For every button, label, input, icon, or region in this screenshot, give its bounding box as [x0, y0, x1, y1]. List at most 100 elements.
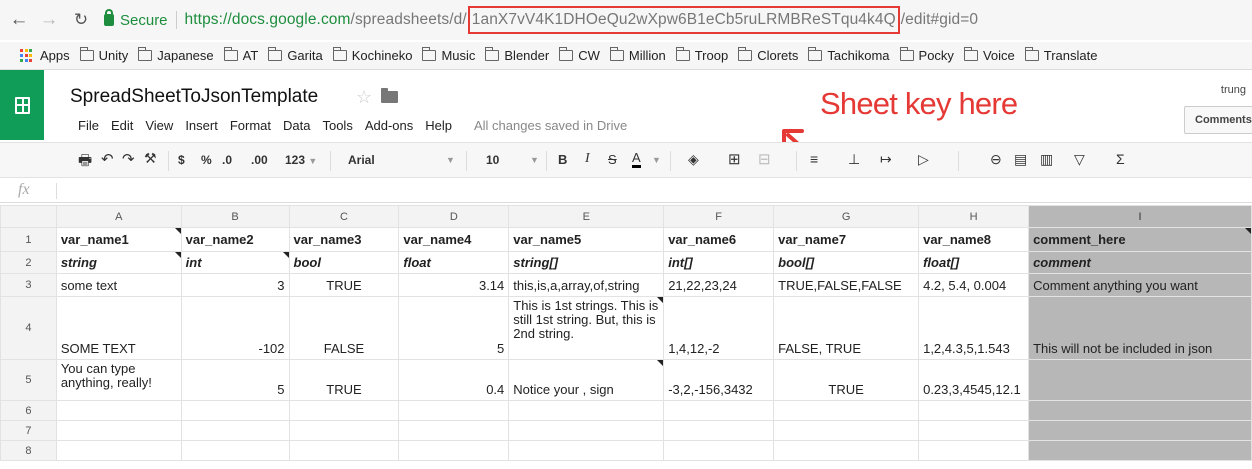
print-icon[interactable]: 🖶: [78, 150, 92, 175]
menu-tools[interactable]: Tools: [322, 118, 352, 133]
cell-h2[interactable]: float[]: [918, 251, 1030, 274]
bookmark-kochineko[interactable]: Kochineko: [332, 47, 412, 63]
chevron-down-icon[interactable]: ▼: [652, 155, 661, 165]
bookmark-cw[interactable]: CW: [559, 47, 600, 63]
paint-format-icon[interactable]: ⚒: [144, 150, 157, 167]
cell-i6[interactable]: [1028, 400, 1252, 421]
cell-e5[interactable]: Notice your , sign: [508, 359, 665, 401]
italic-button[interactable]: I: [585, 151, 590, 167]
bookmark-apps[interactable]: Apps: [20, 48, 70, 63]
comments-button[interactable]: Comments: [1184, 106, 1252, 134]
merge-cells-icon[interactable]: ⊟: [758, 150, 771, 168]
cell-h5[interactable]: 0.23,3,4545,12.1: [918, 359, 1030, 401]
column-header-i[interactable]: I: [1028, 205, 1252, 228]
column-header-h[interactable]: H: [918, 205, 1030, 228]
cell-i7[interactable]: [1028, 420, 1252, 441]
cell-i4[interactable]: This will not be included in json: [1028, 296, 1252, 360]
cell-b8[interactable]: [180, 440, 290, 461]
cell-f1[interactable]: var_name6: [663, 227, 775, 252]
cell-i8[interactable]: [1028, 440, 1252, 461]
cell-e7[interactable]: [508, 420, 665, 441]
cell-i3[interactable]: Comment anything you want: [1028, 273, 1252, 297]
insert-chart-icon[interactable]: ▥: [1040, 151, 1053, 168]
cell-c4[interactable]: FALSE: [288, 296, 400, 360]
cell-e3[interactable]: this,is,a,array,of,string: [508, 273, 665, 297]
cell-f3[interactable]: 21,22,23,24: [663, 273, 775, 297]
font-family-select[interactable]: Arial: [348, 153, 375, 167]
cell-b5[interactable]: 5: [180, 359, 290, 401]
cell-f7[interactable]: [663, 420, 775, 441]
cell-d7[interactable]: [398, 420, 510, 441]
cell-f8[interactable]: [663, 440, 775, 461]
menu-format[interactable]: Format: [230, 118, 271, 133]
strikethrough-button[interactable]: S: [608, 152, 617, 167]
cell-h8[interactable]: [918, 440, 1030, 461]
currency-format-button[interactable]: $: [178, 153, 185, 167]
row-header[interactable]: 5: [0, 359, 57, 401]
text-wrap-icon[interactable]: ↦: [880, 151, 892, 168]
cell-g4[interactable]: FALSE, TRUE: [773, 296, 920, 360]
cell-g5[interactable]: TRUE: [773, 359, 920, 401]
cell-h6[interactable]: [918, 400, 1030, 421]
cell-a4[interactable]: SOME TEXT: [55, 296, 182, 360]
address-bar[interactable]: https://docs.google.com/spreadsheets/d/1…: [185, 6, 979, 34]
menu-insert[interactable]: Insert: [185, 118, 218, 133]
row-header[interactable]: 6: [0, 400, 57, 421]
cell-c5[interactable]: TRUE: [288, 359, 400, 401]
column-header-g[interactable]: G: [773, 205, 920, 228]
cell-d8[interactable]: [398, 440, 510, 461]
font-size-select[interactable]: 10: [486, 153, 499, 167]
cell-c3[interactable]: TRUE: [288, 273, 400, 297]
formula-input[interactable]: [64, 183, 1244, 199]
cell-a1[interactable]: var_name1: [55, 227, 182, 252]
cell-i1[interactable]: comment_here: [1028, 227, 1252, 252]
cell-a2[interactable]: string: [55, 251, 182, 274]
cell-e8[interactable]: [508, 440, 665, 461]
cell-b6[interactable]: [180, 400, 290, 421]
cell-a8[interactable]: [55, 440, 182, 461]
increase-decimals-button[interactable]: .00: [251, 153, 268, 167]
fill-color-icon[interactable]: ◈: [688, 151, 699, 168]
filter-icon[interactable]: ▽: [1074, 151, 1085, 168]
cell-b7[interactable]: [180, 420, 290, 441]
bookmark-pocky[interactable]: Pocky: [899, 47, 954, 63]
bookmark-unity[interactable]: Unity: [79, 47, 128, 63]
percent-format-button[interactable]: %: [201, 153, 212, 167]
borders-icon[interactable]: ⊞: [728, 150, 741, 168]
cell-d4[interactable]: 5: [398, 296, 510, 360]
cell-b1[interactable]: var_name2: [180, 227, 290, 252]
forward-arrow-icon[interactable]: →: [38, 9, 60, 31]
bookmark-japanese[interactable]: Japanese: [138, 47, 214, 63]
insert-comment-icon[interactable]: ▤: [1014, 151, 1027, 168]
cell-g2[interactable]: bool[]: [773, 251, 920, 274]
more-formats-button[interactable]: 123 ▼: [285, 153, 317, 167]
text-color-button[interactable]: A: [632, 151, 641, 168]
cell-f5[interactable]: -3,2,-156,3432: [663, 359, 775, 401]
cell-c8[interactable]: [288, 440, 400, 461]
back-arrow-icon[interactable]: ←: [8, 9, 30, 31]
cell-e1[interactable]: var_name5: [508, 227, 665, 252]
cell-e6[interactable]: [508, 400, 665, 421]
reload-icon[interactable]: ↻: [70, 10, 92, 30]
row-header[interactable]: 4: [0, 296, 57, 360]
cell-e4[interactable]: This is 1st strings. This is still 1st s…: [508, 296, 665, 360]
insert-link-icon[interactable]: ⊖: [990, 151, 1002, 168]
menu-help[interactable]: Help: [425, 118, 452, 133]
cell-h1[interactable]: var_name8: [918, 227, 1030, 252]
functions-icon[interactable]: Σ: [1116, 151, 1125, 167]
bookmark-million[interactable]: Million: [609, 47, 666, 63]
menu-edit[interactable]: Edit: [111, 118, 133, 133]
cell-d1[interactable]: var_name4: [398, 227, 510, 252]
cell-f4[interactable]: 1,4,12,-2: [663, 296, 775, 360]
column-header-f[interactable]: F: [663, 205, 775, 228]
cell-i5[interactable]: [1028, 359, 1252, 401]
cell-c1[interactable]: var_name3: [288, 227, 400, 252]
cell-a6[interactable]: [55, 400, 182, 421]
menu-addons[interactable]: Add-ons: [365, 118, 413, 133]
bookmark-garita[interactable]: Garita: [268, 47, 323, 63]
row-header[interactable]: 8: [0, 440, 57, 461]
bookmark-tachikoma[interactable]: Tachikoma: [808, 47, 890, 63]
cell-d5[interactable]: 0.4: [398, 359, 510, 401]
column-header-b[interactable]: B: [180, 205, 290, 228]
cell-f6[interactable]: [663, 400, 775, 421]
